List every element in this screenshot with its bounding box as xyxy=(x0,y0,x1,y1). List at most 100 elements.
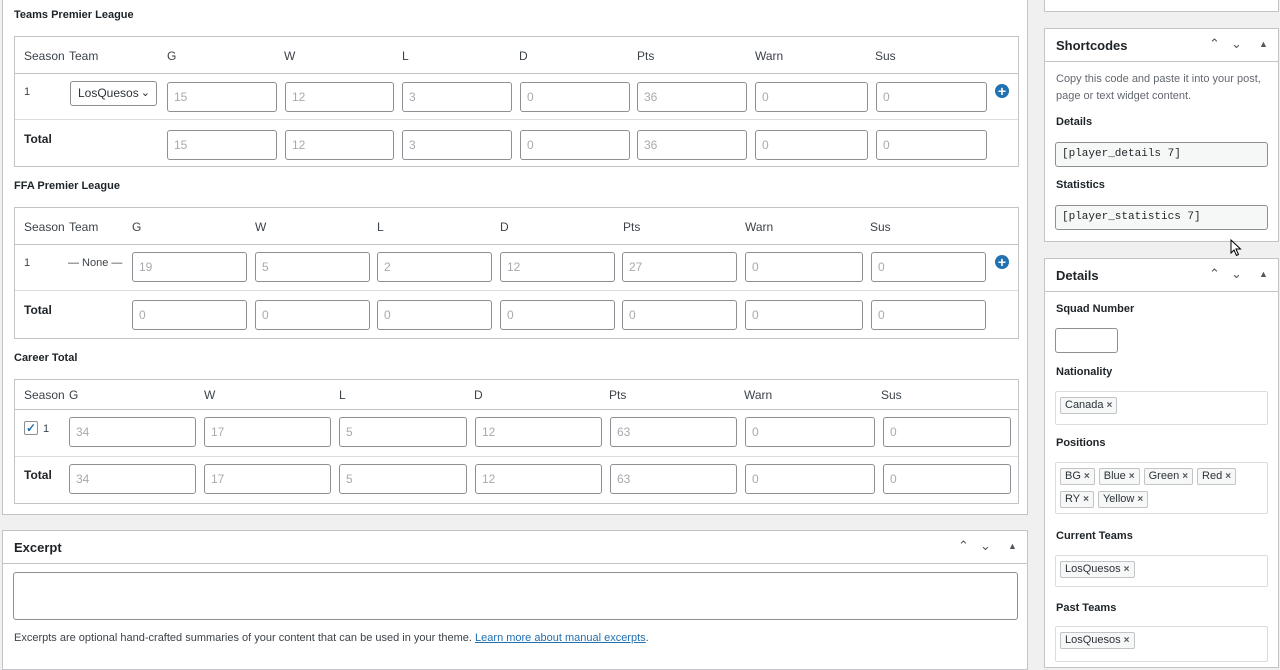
d-input[interactable]: 12 xyxy=(500,252,615,282)
tag-label: RY xyxy=(1065,493,1081,505)
excerpt-textarea[interactable] xyxy=(13,572,1018,620)
team-select[interactable]: LosQuesos ⌄ xyxy=(70,81,157,106)
past-teams-field[interactable]: LosQuesos × xyxy=(1055,626,1268,662)
col-header-w: W xyxy=(204,388,216,402)
d-input[interactable]: 12 xyxy=(475,417,602,447)
current-teams-field[interactable]: LosQuesos × xyxy=(1055,555,1268,587)
total-pts-input[interactable]: 36 xyxy=(637,130,747,160)
shortcode-details-field[interactable]: [player_details 7] xyxy=(1055,142,1268,167)
sus-input[interactable]: 0 xyxy=(876,82,987,112)
col-header-team: Team xyxy=(69,220,99,234)
total-sus-input[interactable]: 0 xyxy=(883,464,1011,494)
shortcodes-header: Shortcodes ⌃ ⌄ ▲ xyxy=(1045,29,1278,62)
toggle-panel-icon[interactable]: ▲ xyxy=(1259,269,1268,279)
l-input[interactable]: 2 xyxy=(377,252,492,282)
shortcode-statistics-field[interactable]: [player_statistics 7] xyxy=(1055,205,1268,230)
g-input[interactable]: 15 xyxy=(167,82,277,112)
table-header: Season G W L D Pts Warn Sus xyxy=(15,380,1018,410)
total-d-input[interactable]: 0 xyxy=(520,130,630,160)
total-pts-input[interactable]: 63 xyxy=(610,464,737,494)
total-g-input[interactable]: 34 xyxy=(69,464,196,494)
remove-icon[interactable]: × xyxy=(1129,471,1135,482)
league-title-teams: Teams Premier League xyxy=(14,9,134,21)
add-row-icon[interactable]: + xyxy=(995,84,1009,98)
remove-icon[interactable]: × xyxy=(1225,471,1231,482)
warn-input[interactable]: 0 xyxy=(745,417,875,447)
shortcodes-title: Shortcodes xyxy=(1056,38,1128,53)
sus-input[interactable]: 0 xyxy=(871,252,986,282)
remove-icon[interactable]: × xyxy=(1137,494,1143,505)
remove-icon[interactable]: × xyxy=(1124,635,1130,646)
team-none-value[interactable]: — None — xyxy=(68,257,122,269)
team-select-value: LosQuesos xyxy=(78,86,139,100)
season-checkbox[interactable]: ✓ xyxy=(24,421,38,435)
season-value: 1 xyxy=(24,86,31,98)
team-tag: LosQuesos × xyxy=(1060,561,1135,578)
w-input[interactable]: 12 xyxy=(285,82,394,112)
tag-label: Blue xyxy=(1103,470,1126,482)
move-up-icon[interactable]: ⌃ xyxy=(958,538,969,554)
l-input[interactable]: 3 xyxy=(402,82,512,112)
squad-number-input[interactable] xyxy=(1055,328,1118,353)
positions-field[interactable]: BG × Blue × Green × Red ×RY × Yellow × xyxy=(1055,462,1268,514)
tag-label: Yellow xyxy=(1102,493,1135,505)
total-warn-input[interactable]: 0 xyxy=(745,300,863,330)
total-sus-input[interactable]: 0 xyxy=(871,300,986,330)
remove-icon[interactable]: × xyxy=(1084,471,1090,482)
tag-label: LosQuesos xyxy=(1065,563,1121,575)
sus-input[interactable]: 0 xyxy=(883,417,1011,447)
col-header-w: W xyxy=(255,220,267,234)
mouse-cursor-icon xyxy=(1230,239,1242,257)
remove-icon[interactable]: × xyxy=(1083,494,1089,505)
total-l-input[interactable]: 0 xyxy=(377,300,492,330)
total-warn-input[interactable]: 0 xyxy=(755,130,868,160)
total-d-input[interactable]: 0 xyxy=(500,300,615,330)
move-up-icon[interactable]: ⌃ xyxy=(1209,36,1220,52)
l-input[interactable]: 5 xyxy=(339,417,467,447)
d-input[interactable]: 0 xyxy=(520,82,630,112)
remove-icon[interactable]: × xyxy=(1107,400,1113,411)
w-input[interactable]: 17 xyxy=(204,417,331,447)
total-pts-input[interactable]: 0 xyxy=(622,300,737,330)
nationality-field[interactable]: Canada × xyxy=(1055,391,1268,425)
g-input[interactable]: 34 xyxy=(69,417,196,447)
move-down-icon[interactable]: ⌄ xyxy=(1231,266,1242,282)
total-label: Total xyxy=(24,468,52,482)
col-header-d: D xyxy=(519,49,528,63)
toggle-panel-icon[interactable]: ▲ xyxy=(1259,39,1268,49)
tag-label: Green xyxy=(1148,470,1180,482)
move-down-icon[interactable]: ⌄ xyxy=(1231,36,1242,52)
details-box: Details ⌃ ⌄ ▲ Squad Number Nationality C… xyxy=(1044,258,1279,668)
total-l-input[interactable]: 3 xyxy=(402,130,512,160)
remove-icon[interactable]: × xyxy=(1182,471,1188,482)
warn-input[interactable]: 0 xyxy=(755,82,868,112)
add-row-icon[interactable]: + xyxy=(995,255,1009,269)
total-l-input[interactable]: 5 xyxy=(339,464,467,494)
shortcodes-help-text: Copy this code and paste it into your po… xyxy=(1056,73,1261,102)
pts-input[interactable]: 27 xyxy=(622,252,737,282)
stats-table-teams: Season Team G W L D Pts Warn Sus 1 LosQu… xyxy=(14,36,1019,167)
total-g-input[interactable]: 15 xyxy=(167,130,277,160)
total-w-input[interactable]: 17 xyxy=(204,464,331,494)
w-input[interactable]: 5 xyxy=(255,252,370,282)
col-header-season: Season xyxy=(24,220,65,234)
excerpt-help-body: Excerpts are optional hand-crafted summa… xyxy=(14,632,472,644)
league-title-ffa: FFA Premier League xyxy=(14,180,120,192)
move-up-icon[interactable]: ⌃ xyxy=(1209,266,1220,282)
total-warn-input[interactable]: 0 xyxy=(745,464,875,494)
total-sus-input[interactable]: 0 xyxy=(876,130,987,160)
move-down-icon[interactable]: ⌄ xyxy=(980,538,991,554)
total-w-input[interactable]: 12 xyxy=(285,130,394,160)
g-input[interactable]: 19 xyxy=(132,252,247,282)
total-w-input[interactable]: 0 xyxy=(255,300,370,330)
toggle-panel-icon[interactable]: ▲ xyxy=(1008,541,1017,551)
excerpt-learn-more-link[interactable]: Learn more about manual excerpts xyxy=(475,632,646,644)
position-tag: Red × xyxy=(1197,468,1237,485)
remove-icon[interactable]: × xyxy=(1124,564,1130,575)
warn-input[interactable]: 0 xyxy=(745,252,863,282)
pts-input[interactable]: 63 xyxy=(610,417,737,447)
col-header-team: Team xyxy=(69,49,99,63)
pts-input[interactable]: 36 xyxy=(637,82,747,112)
total-g-input[interactable]: 0 xyxy=(132,300,247,330)
total-d-input[interactable]: 12 xyxy=(475,464,602,494)
